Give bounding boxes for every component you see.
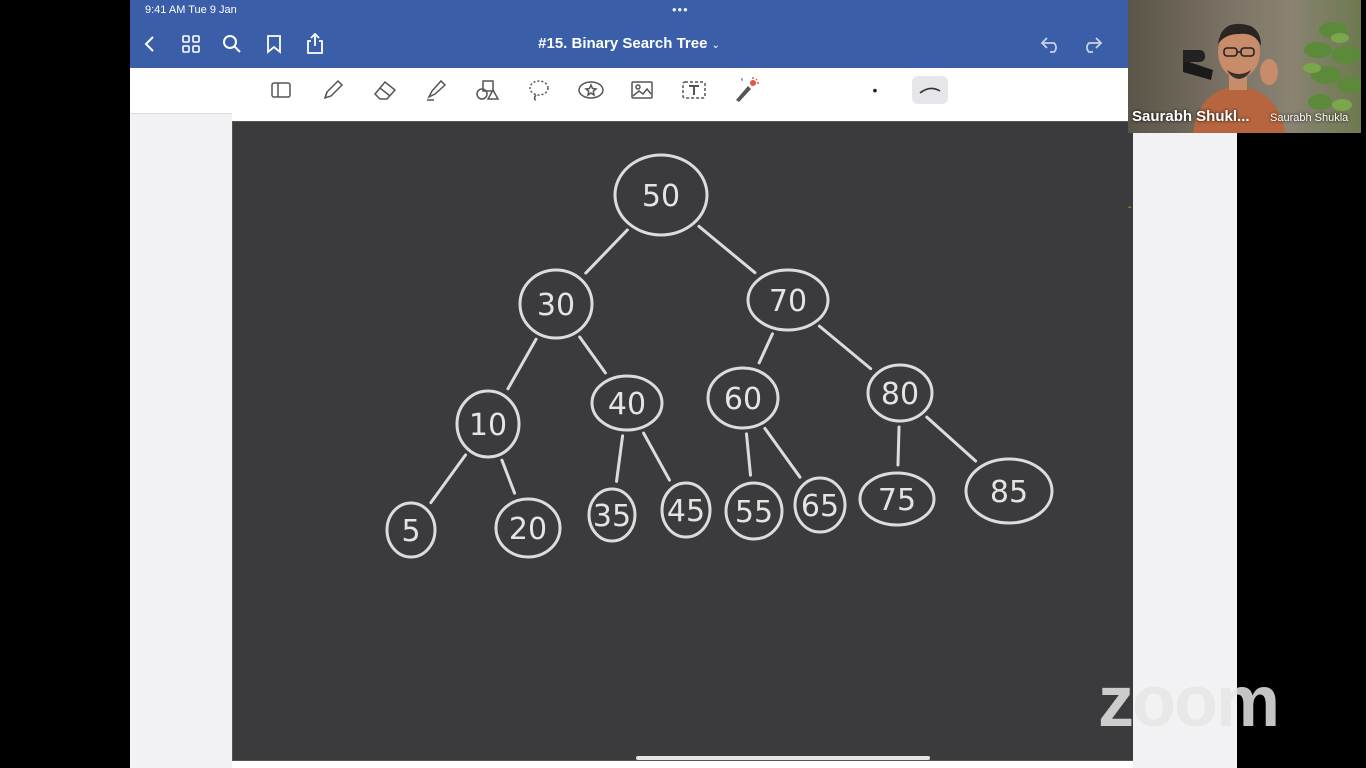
image-icon[interactable]	[627, 76, 657, 104]
tree-node-label: 80	[881, 377, 919, 412]
tree-edge	[578, 335, 607, 375]
eraser-icon[interactable]	[370, 76, 400, 104]
tree-node-label: 10	[469, 408, 507, 443]
tree-node-label: 5	[401, 514, 420, 549]
lasso-icon[interactable]	[524, 76, 554, 104]
redo-icon[interactable]	[1080, 32, 1104, 56]
pen-icon[interactable]	[318, 76, 348, 104]
tree-node-20: 20	[494, 497, 562, 559]
tree-node-label: 20	[509, 512, 547, 547]
tree-edge	[429, 453, 468, 505]
highlighter-icon[interactable]	[421, 76, 451, 104]
laser-pointer-icon[interactable]	[731, 76, 761, 104]
tree-node-40: 40	[590, 374, 664, 432]
binary-search-tree-drawing: 50 30 70 10 40 60 80 5 20 35 45 55 65 75 85	[385, 153, 1054, 559]
page-area: 50 30 70 10 40 60 80 5 20 35 45 55 65 75 85	[232, 113, 1235, 768]
tree-edge	[584, 228, 629, 275]
tree-edge	[500, 458, 517, 495]
tree-edge	[896, 425, 901, 467]
tree-edge	[506, 337, 538, 391]
cursor-mark: ˆ	[1128, 206, 1132, 217]
tree-node-55: 55	[724, 481, 784, 541]
tree-edge	[757, 332, 774, 365]
tree-node-label: 40	[608, 387, 646, 422]
tree-node-30: 30	[518, 268, 594, 340]
tree-edge	[925, 415, 978, 463]
zoom-watermark: zoom	[1098, 662, 1280, 742]
shapes-icon[interactable]	[472, 76, 502, 104]
tree-node-5: 5	[385, 501, 437, 559]
tree-node-85: 85	[964, 457, 1054, 525]
tree-node-label: 55	[735, 495, 773, 530]
pen-style-button[interactable]	[912, 76, 948, 104]
stroke-dot-text: •	[872, 82, 878, 98]
participant-name: Saurabh Shukl...	[1132, 108, 1250, 125]
navigation-bar: #15. Binary Search Tree ⌄	[130, 22, 1128, 68]
tree-edge	[642, 431, 671, 482]
text-icon[interactable]	[679, 76, 709, 104]
tree-node-10: 10	[455, 389, 521, 459]
undo-icon[interactable]	[1039, 32, 1063, 56]
tree-node-50: 50	[613, 153, 709, 237]
tree-node-label: 35	[593, 499, 631, 534]
tree-node-label: 60	[724, 382, 762, 417]
plant-image	[1303, 22, 1361, 111]
tree-edge	[615, 434, 625, 483]
tree-node-35: 35	[587, 487, 637, 543]
tree-node-45: 45	[660, 481, 712, 539]
tree-node-65: 65	[793, 476, 847, 534]
status-time: 9:41 AM Tue 9 Jan	[145, 4, 237, 16]
tree-edge	[763, 426, 802, 479]
page-scroll-indicator[interactable]	[636, 756, 930, 760]
status-bar: 9:41 AM Tue 9 Jan •••	[130, 0, 1128, 22]
tree-node-label: 65	[801, 489, 839, 524]
tree-edge	[697, 224, 757, 275]
tree-node-label: 70	[769, 284, 807, 319]
tree-node-75: 75	[858, 471, 936, 527]
tree-node-label: 30	[537, 288, 575, 323]
tree-node-label: 85	[990, 475, 1028, 510]
tree-node-label: 45	[667, 494, 705, 529]
drawing-toolbar: •	[130, 68, 1128, 114]
tree-node-70: 70	[746, 268, 830, 332]
reader-icon[interactable]	[266, 76, 296, 104]
handwriting-canvas[interactable]: 50 30 70 10 40 60 80 5 20 35 45 55 65 75 85	[232, 121, 1235, 761]
participant-label: Saurabh Shukla	[1270, 112, 1349, 124]
multitasking-dots[interactable]: •••	[672, 2, 689, 17]
document-title-text: #15. Binary Search Tree	[538, 35, 708, 52]
tree-node-label: 50	[642, 179, 680, 214]
document-title[interactable]: #15. Binary Search Tree ⌄	[130, 35, 1128, 52]
tree-edge	[744, 432, 753, 477]
tree-edge	[817, 324, 873, 371]
participant-video[interactable]: Saurabh Shukl... Saurabh Shukla	[1128, 0, 1361, 133]
chevron-down-icon: ⌄	[711, 40, 720, 51]
stroke-size-dot[interactable]: •	[860, 76, 890, 104]
tree-node-80: 80	[866, 363, 934, 423]
tree-node-label: 75	[878, 483, 916, 518]
tree-node-60: 60	[706, 366, 780, 430]
sticker-icon[interactable]	[576, 76, 606, 104]
